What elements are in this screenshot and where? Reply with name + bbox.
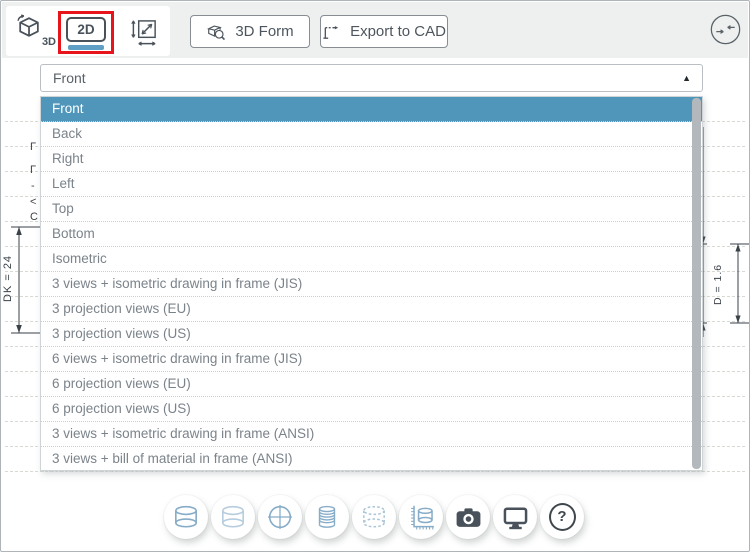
cylinder-light-icon [222,505,244,528]
cube-magnifier-icon [207,24,226,40]
mode-2d-label: 2D [66,17,106,42]
dimensions-toggle-button[interactable] [120,13,168,51]
view-option[interactable]: 3 views + bill of material in frame (ANS… [41,447,702,472]
active-mode-underline [68,45,104,50]
view-toolbar: ? [164,495,584,539]
left-dimension-label: DK = 24 [2,254,14,302]
view-option[interactable]: 6 views + isometric drawing in frame (JI… [41,347,702,372]
form-3d-button[interactable]: 3D Form [190,15,310,48]
spring-side-light-view-button[interactable] [211,495,255,539]
coiled-cylinder-icon [318,505,336,528]
view-option[interactable]: Bottom [41,222,702,247]
export-to-cad-button[interactable]: Export to CAD [320,15,448,48]
spring-solid-view-button[interactable] [305,495,349,539]
mode-3d-label: 3D [41,36,56,48]
view-option[interactable]: 3 projection views (US) [41,322,702,347]
view-option[interactable]: 3 views + isometric drawing in frame (AN… [41,422,702,447]
screenshot-button[interactable] [446,495,490,539]
help-icon: ? [548,503,576,531]
mode-3d-button[interactable]: 3D [12,12,58,52]
export-cad-icon [323,25,339,39]
spring-phantom-view-button[interactable] [352,495,396,539]
help-button[interactable]: ? [540,495,584,539]
view-option[interactable]: 3 projection views (EU) [41,297,702,322]
top-toolbar: 3D 2D 3D Form Export to CAD [2,2,748,58]
form-3d-label: 3D Form [235,23,294,40]
view-select[interactable]: Front ▲ [40,64,703,92]
view-option[interactable]: 6 projection views (US) [41,397,702,422]
mode-2d-button[interactable]: 2D [61,17,111,50]
right-dimension-label: D = 1.6 [712,263,724,305]
view-dropdown-list: Front Back Right Left Top Bottom Isometr… [40,96,703,472]
spring-designer-window: Γ Γ - < C DK = 24 D = 1.6 3D 2D 3D Form … [0,0,750,552]
view-option[interactable]: Right [41,147,702,172]
monitor-icon [503,506,527,529]
view-option-list: Front Back Right Left Top Bottom Isometr… [41,97,702,472]
view-option[interactable]: Top [41,197,702,222]
view-option[interactable]: Back [41,122,702,147]
dimensions-icon [130,19,156,46]
export-cad-label: Export to CAD [350,23,446,40]
cylinder-side-icon [175,505,197,528]
dropdown-scrollbar[interactable] [692,98,701,469]
view-option[interactable]: 3 views + isometric drawing in frame (JI… [41,272,702,297]
view-option[interactable]: 6 projection views (EU) [41,372,702,397]
view-option[interactable]: Front [41,97,702,122]
camera-icon [456,507,480,527]
spring-dimension-view-button[interactable] [399,495,443,539]
view-select-value: Front [53,70,86,86]
crosshair-circle-icon [268,505,292,529]
cube-3d-icon [17,14,39,37]
dashed-cylinder-icon [363,505,385,528]
dropdown-arrow-icon: ▲ [682,73,691,83]
spring-top-view-button[interactable] [258,495,302,539]
view-mode-group: 3D 2D [6,6,170,56]
highlight-box: 2D [58,11,114,54]
fullscreen-button[interactable] [493,495,537,539]
spring-side-view-button[interactable] [164,495,208,539]
ruler-cylinder-icon [411,505,434,530]
view-option[interactable]: Isometric [41,247,702,272]
view-option[interactable]: Left [41,172,702,197]
collapse-panel-button[interactable] [710,14,741,45]
collapse-arrows-icon [710,14,741,45]
